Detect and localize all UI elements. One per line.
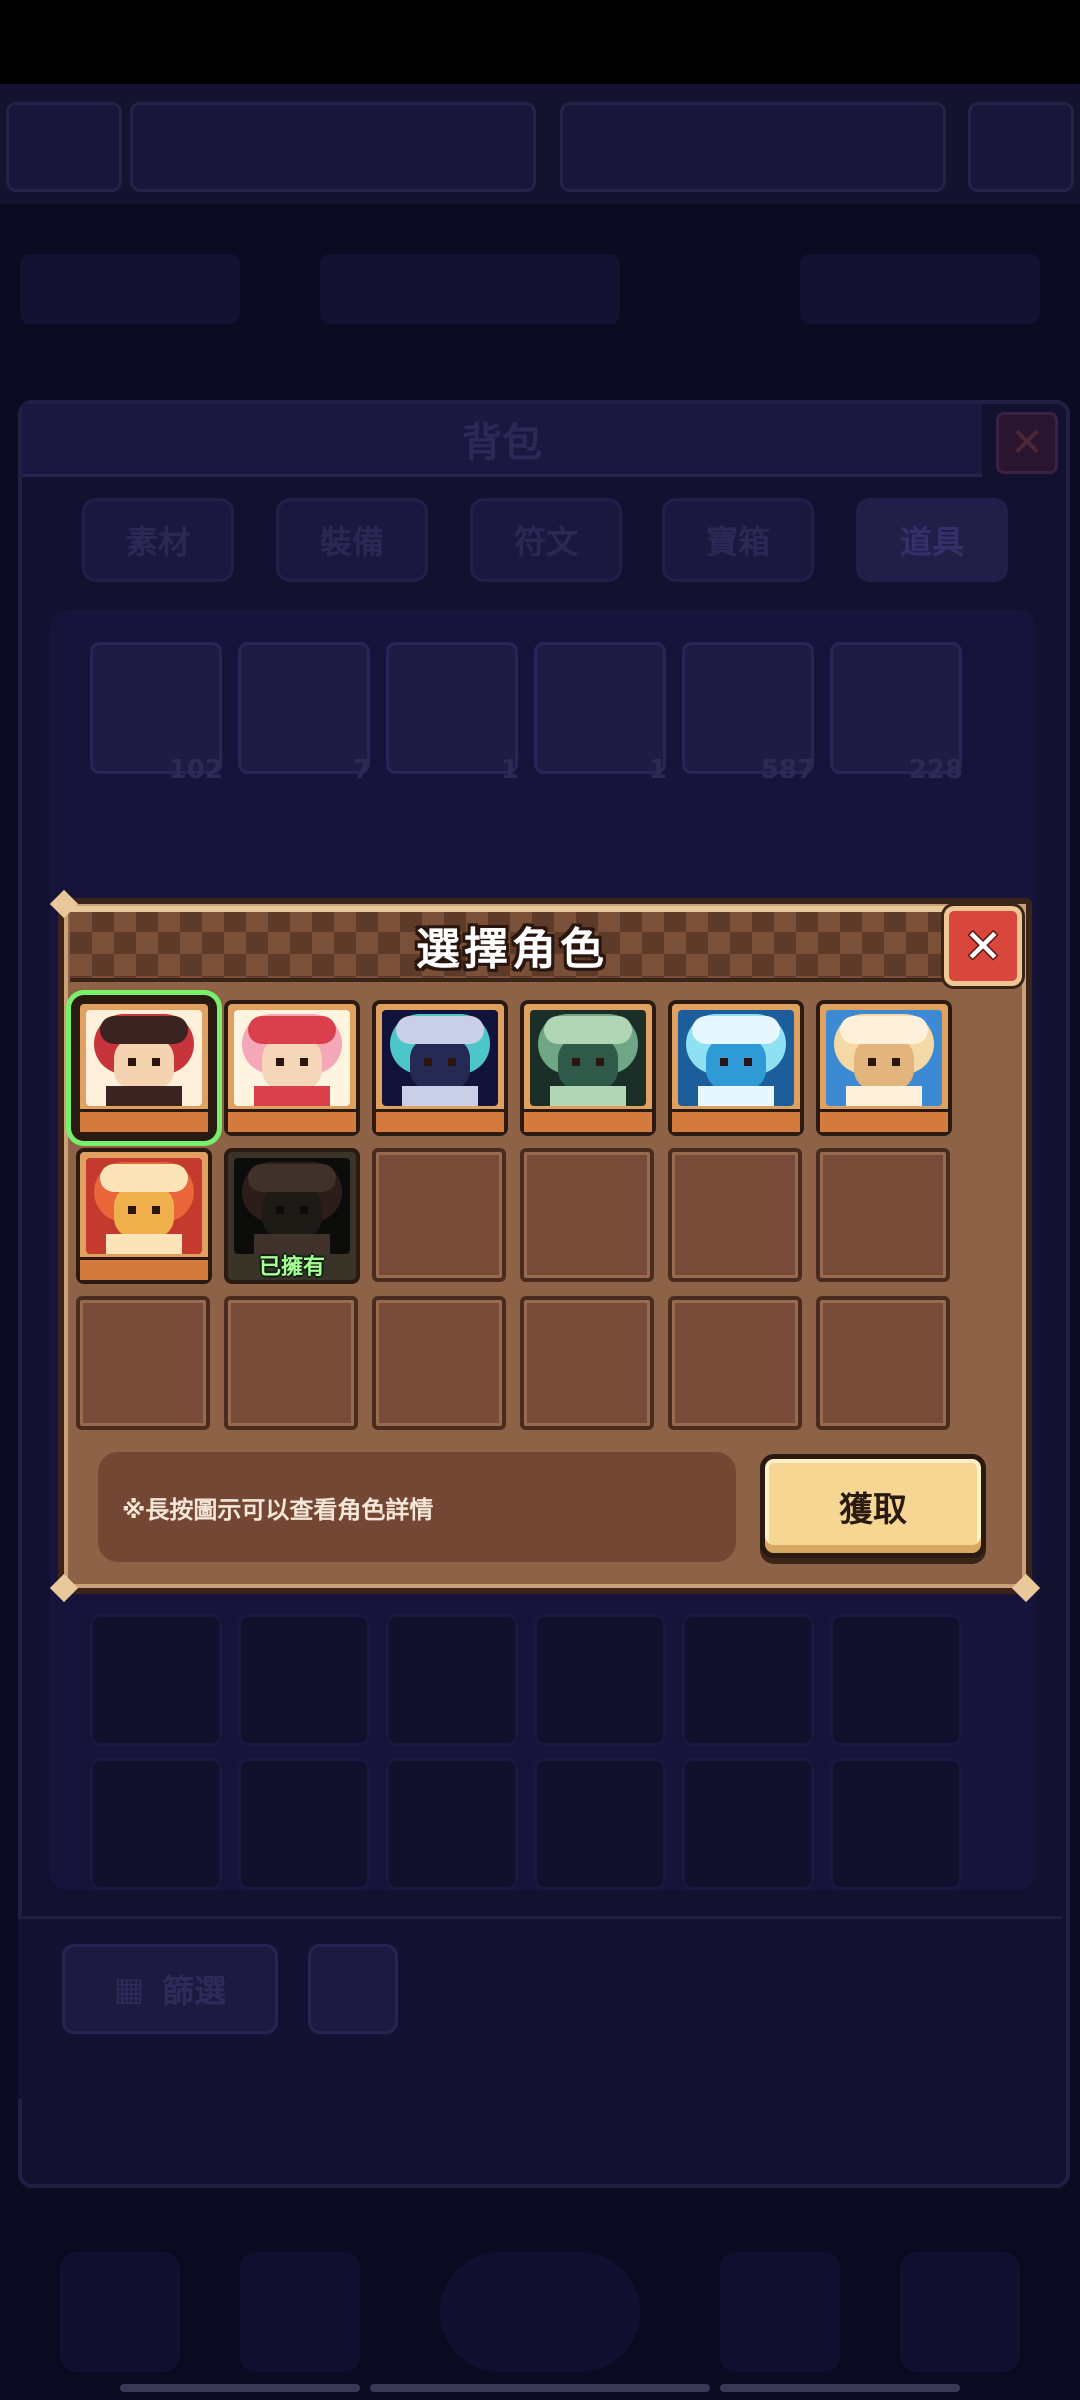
empty-character-slot [520, 1148, 654, 1282]
character-slot[interactable] [224, 1000, 360, 1136]
top-hud [0, 84, 1080, 204]
nav-item [240, 2252, 360, 2372]
slot-base-bar [524, 1109, 652, 1132]
tab-items: 道具 [856, 498, 1008, 582]
gesture-bar [720, 2384, 960, 2392]
nav-item [720, 2252, 840, 2372]
character-slot[interactable] [668, 1000, 804, 1136]
tab-chests: 寶箱 [662, 498, 814, 582]
character-slot[interactable] [76, 1148, 212, 1284]
slot-base-bar [820, 1109, 948, 1132]
tab-runes: 符文 [470, 498, 622, 582]
character-portrait-icon [382, 1010, 498, 1106]
character-slot[interactable] [520, 1000, 656, 1136]
tab-materials: 素材 [82, 498, 234, 582]
empty-slot [386, 1614, 518, 1746]
empty-slot [386, 1758, 518, 1890]
item-count: 1 [500, 755, 519, 785]
character-portrait-icon [86, 1010, 202, 1106]
empty-slot [90, 1758, 222, 1890]
empty-slot [238, 1614, 370, 1746]
slot-base-bar [672, 1109, 800, 1132]
item-count: 102 [168, 755, 223, 785]
empty-slot [534, 1758, 666, 1890]
character-portrait-icon [826, 1010, 942, 1106]
item-slot: 228 [830, 642, 963, 785]
hint-box: ※長按圖示可以查看角色詳情 [98, 1452, 736, 1562]
empty-character-slot [816, 1148, 950, 1282]
empty-character-slot [224, 1296, 358, 1430]
character-slot[interactable] [76, 1000, 212, 1136]
empty-slot [534, 1614, 666, 1746]
empty-character-slot [520, 1296, 654, 1430]
close-icon: ✕ [963, 919, 1003, 973]
sort-button [308, 1944, 398, 2034]
bottom-nav [0, 2212, 1080, 2400]
tab-equipment: 裝備 [276, 498, 428, 582]
character-portrait-icon [234, 1010, 350, 1106]
close-button[interactable]: ✕ [944, 906, 1022, 986]
hint-text: ※長按圖示可以查看角色詳情 [122, 1495, 434, 1524]
item-slot: 1 [386, 642, 519, 785]
menu-icon [968, 102, 1074, 192]
empty-character-slot [668, 1296, 802, 1430]
empty-slot [682, 1614, 814, 1746]
dialog-title: 選擇角色 [416, 924, 608, 975]
slot-base-bar [80, 1109, 208, 1132]
bag-title: 背包 [22, 404, 982, 477]
slot-base-bar [80, 1257, 208, 1280]
gesture-bar [370, 2384, 710, 2392]
character-portrait-icon [678, 1010, 794, 1106]
select-character-dialog: 選擇角色 ✕ 已擁有 ※長按圖示可以查看角色詳情 獲取 [49, 889, 1041, 1603]
gesture-bar [120, 2384, 360, 2392]
filter-label: 篩選 [162, 1972, 227, 2010]
player-avatar [6, 102, 122, 192]
slot-base-bar [376, 1109, 504, 1132]
item-slot: 587 [682, 642, 815, 785]
item-count: 587 [760, 755, 815, 785]
filter-button: ▦ 篩選 [62, 1944, 278, 2034]
character-portrait-icon [530, 1010, 646, 1106]
owned-label: 已擁有 [258, 1255, 325, 1280]
obtain-button[interactable]: 獲取 [760, 1454, 986, 1558]
character-slot[interactable]: 已擁有 [224, 1148, 360, 1284]
empty-character-slot [76, 1296, 210, 1430]
item-slot: 7 [238, 642, 371, 785]
secondary-hud [20, 234, 1060, 354]
character-portrait-icon [234, 1158, 350, 1254]
filter-icon: ▦ [113, 1970, 145, 2008]
item-slot: 102 [90, 642, 223, 785]
empty-slot [238, 1758, 370, 1890]
item-count: 7 [352, 755, 371, 785]
currency-bar [560, 102, 946, 192]
bag-close-icon: ✕ [996, 412, 1058, 474]
empty-slot [90, 1614, 222, 1746]
character-slot[interactable] [816, 1000, 952, 1136]
item-slot: 1 [534, 642, 667, 785]
status-bar [0, 0, 1080, 84]
empty-character-slot [816, 1296, 950, 1430]
player-info [130, 102, 536, 192]
nav-item-center [440, 2252, 640, 2372]
nav-item [60, 2252, 180, 2372]
item-count: 1 [648, 755, 667, 785]
item-count: 228 [908, 755, 963, 785]
character-portrait-icon [86, 1158, 202, 1254]
empty-slot [830, 1758, 962, 1890]
slot-base-bar [228, 1109, 356, 1132]
empty-character-slot [372, 1148, 506, 1282]
nav-item [900, 2252, 1020, 2372]
empty-character-slot [668, 1148, 802, 1282]
character-slot[interactable] [372, 1000, 508, 1136]
empty-slot [682, 1758, 814, 1890]
empty-character-slot [372, 1296, 506, 1430]
empty-slot [830, 1614, 962, 1746]
